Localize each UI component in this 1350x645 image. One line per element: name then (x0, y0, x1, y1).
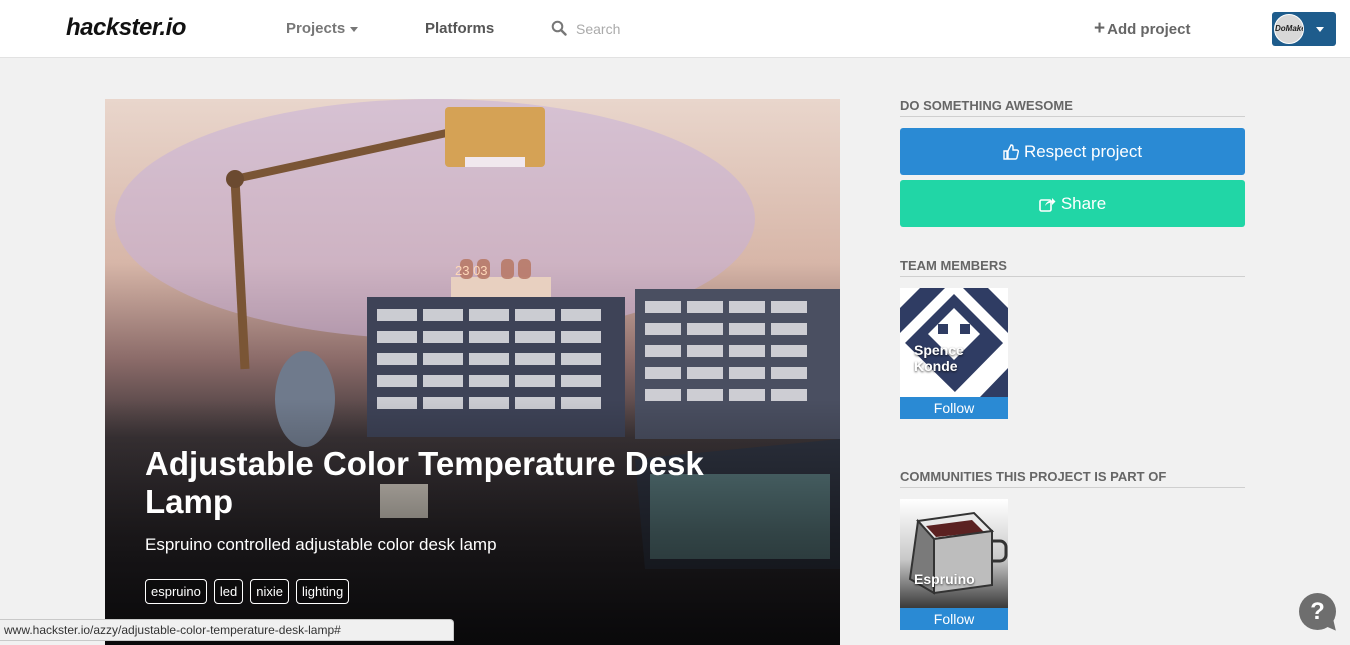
share-icon (1039, 196, 1056, 212)
nav-platforms-link[interactable]: Platforms (425, 20, 494, 37)
help-icon[interactable]: ? (1299, 593, 1336, 630)
follow-team-member-button[interactable]: Follow (900, 397, 1008, 419)
tag-led[interactable]: led (213, 579, 244, 604)
respect-project-button[interactable]: Respect project (900, 128, 1245, 175)
team-members-heading: TEAM MEMBERS (900, 258, 1245, 277)
team-member-avatar[interactable]: Spence Konde (900, 288, 1008, 397)
hackster-logo[interactable]: hackster.io (66, 14, 186, 42)
project-hero-image: 23 03 Adjustable Color Temperature Desk … (105, 99, 840, 645)
share-button[interactable]: Share (900, 180, 1245, 227)
avatar: DoMake (1274, 14, 1304, 44)
caret-down-icon (350, 26, 359, 32)
tag-nixie[interactable]: nixie (250, 579, 289, 604)
community-name[interactable]: Espruino (914, 571, 975, 587)
nav-projects-label: Projects (286, 20, 346, 37)
thumbs-up-icon (1003, 143, 1019, 160)
community-card: Espruino Follow (900, 499, 1008, 630)
team-member-card: Spence Konde Follow (900, 288, 1008, 419)
status-bar-url: www.hackster.io/azzy/adjustable-color-te… (0, 619, 454, 641)
do-something-heading: DO SOMETHING AWESOME (900, 98, 1245, 117)
search-input[interactable] (576, 17, 756, 41)
follow-community-button[interactable]: Follow (900, 608, 1008, 630)
project-title: Adjustable Color Temperature Desk Lamp (145, 445, 704, 520)
share-label: Share (1060, 193, 1107, 213)
avatar-text: DoMake (1275, 24, 1304, 33)
nixie-digits: 23 03 (455, 263, 488, 278)
add-project-button[interactable]: + Add project (1094, 18, 1190, 40)
search-icon (551, 20, 567, 36)
respect-project-label: Respect project (1023, 141, 1143, 161)
tag-lighting[interactable]: lighting (295, 579, 350, 604)
nav-projects-dropdown[interactable]: Projects (286, 20, 359, 37)
plus-icon: + (1094, 18, 1106, 39)
tag-list: espruino led nixie lighting (145, 579, 350, 604)
community-image[interactable]: Espruino (900, 499, 1008, 608)
communities-heading: COMMUNITIES THIS PROJECT IS PART OF (900, 469, 1245, 488)
top-navbar: hackster.io Projects Platforms +Add proj… (0, 0, 1350, 58)
user-menu-button[interactable]: DoMake (1272, 12, 1336, 46)
chevron-down-icon (1316, 27, 1324, 32)
tag-espruino[interactable]: espruino (145, 579, 207, 604)
project-subtitle: Espruino controlled adjustable color des… (145, 535, 497, 554)
add-project-label: Add project (1107, 21, 1191, 38)
team-member-name[interactable]: Spence Konde (914, 342, 1008, 374)
hero-gradient-overlay (105, 399, 840, 645)
